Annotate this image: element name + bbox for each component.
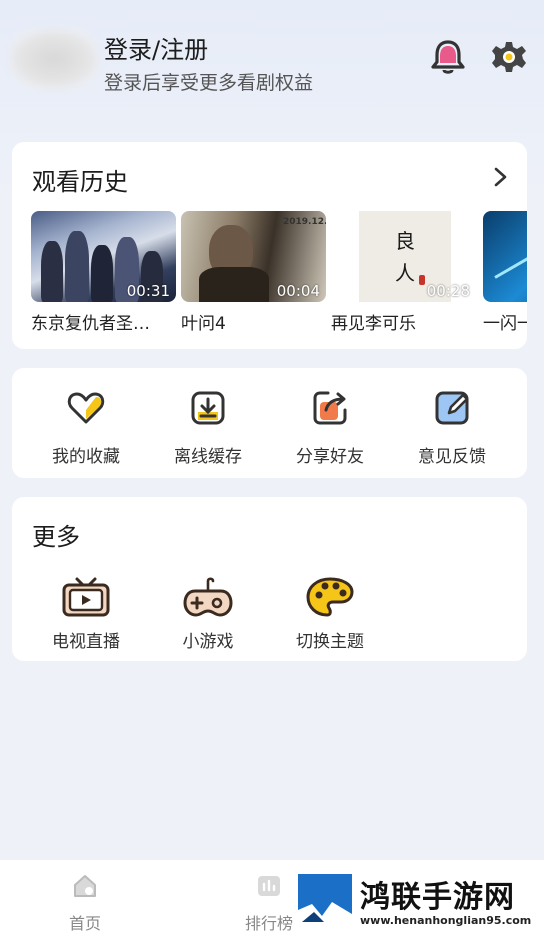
history-caption: 一闪一 — [483, 314, 527, 334]
palette-icon — [306, 577, 354, 617]
login-subtitle: 登录后享受更多看剧权益 — [104, 72, 314, 94]
history-item[interactable]: 2019.12.20 00:04 叶问4 — [181, 211, 326, 334]
home-icon — [74, 875, 96, 897]
history-caption: 东京复仇者圣… — [31, 314, 150, 334]
history-item[interactable]: 00:31 东京复仇者圣… — [31, 211, 176, 334]
history-caption: 再见李可乐 — [331, 314, 416, 334]
switch-theme-button[interactable]: 切换主题 — [270, 575, 390, 652]
tv-live-button[interactable]: 电视直播 — [26, 575, 146, 652]
history-thumbnail: 00:31 — [31, 211, 176, 302]
ranking-icon — [258, 876, 280, 896]
download-icon — [191, 391, 225, 425]
login-register-link[interactable]: 登录/注册 — [104, 30, 208, 65]
mini-games-label: 小游戏 — [182, 632, 234, 652]
offline-cache-label: 离线缓存 — [174, 447, 242, 467]
history-item[interactable]: 良人 00:28 再见李可乐 — [331, 211, 476, 334]
history-caption: 叶问4 — [181, 314, 226, 334]
history-duration: 00:31 — [126, 282, 170, 300]
history-thumbnail: 2019.12.20 00:04 — [181, 211, 326, 302]
notification-bell-icon[interactable] — [430, 38, 466, 76]
poster-title-text: 良人 — [395, 229, 415, 285]
offline-cache-button[interactable]: 离线缓存 — [148, 388, 268, 467]
gamepad-icon — [183, 577, 233, 617]
more-title: 更多 — [32, 523, 80, 551]
history-thumbnail — [483, 211, 527, 302]
feedback-button[interactable]: 意见反馈 — [392, 388, 512, 467]
quick-actions-card: 我的收藏 离线缓存 分享好友 意见反馈 — [12, 368, 527, 478]
poster-date-text: 2019.12.20 — [283, 217, 326, 227]
history-thumbnail: 良人 00:28 — [331, 211, 476, 302]
watermark-logo-icon — [298, 874, 352, 928]
more-card: 更多 电视直播 小游戏 切换主题 — [12, 497, 527, 661]
watch-history-title: 观看历史 — [32, 168, 128, 196]
watermark-title: 鸿联手游网 — [360, 880, 515, 915]
watch-history-card: 观看历史 00:31 东京复仇者圣… 2019.12.20 00:04 叶问4 — [12, 142, 527, 349]
favorites-label: 我的收藏 — [52, 447, 120, 467]
tab-home-label: 首页 — [68, 914, 101, 933]
watermark-url: www.henanhonglian95.com — [360, 914, 532, 927]
tv-icon — [62, 577, 110, 617]
history-list: 00:31 东京复仇者圣… 2019.12.20 00:04 叶问4 良人 00… — [31, 211, 527, 341]
history-item[interactable]: 一闪一 — [483, 211, 527, 334]
heart-icon — [67, 392, 105, 424]
mini-games-button[interactable]: 小游戏 — [148, 575, 268, 652]
history-duration: 00:28 — [426, 282, 470, 300]
tab-home[interactable]: 首页 — [30, 872, 140, 933]
tv-live-label: 电视直播 — [52, 632, 120, 652]
history-duration: 00:04 — [276, 282, 320, 300]
share-label: 分享好友 — [296, 447, 364, 467]
favorites-button[interactable]: 我的收藏 — [26, 388, 146, 467]
chevron-right-icon[interactable] — [491, 166, 509, 188]
edit-icon — [435, 391, 469, 425]
share-icon — [313, 391, 347, 425]
profile-header: 登录/注册 登录后享受更多看剧权益 — [0, 0, 544, 120]
avatar[interactable] — [8, 28, 100, 90]
switch-theme-label: 切换主题 — [296, 632, 364, 652]
feedback-label: 意见反馈 — [418, 447, 486, 467]
watermark: 鸿联手游网 www.henanhonglian95.com — [298, 872, 544, 930]
share-button[interactable]: 分享好友 — [270, 388, 390, 467]
settings-gear-icon[interactable] — [490, 38, 528, 76]
